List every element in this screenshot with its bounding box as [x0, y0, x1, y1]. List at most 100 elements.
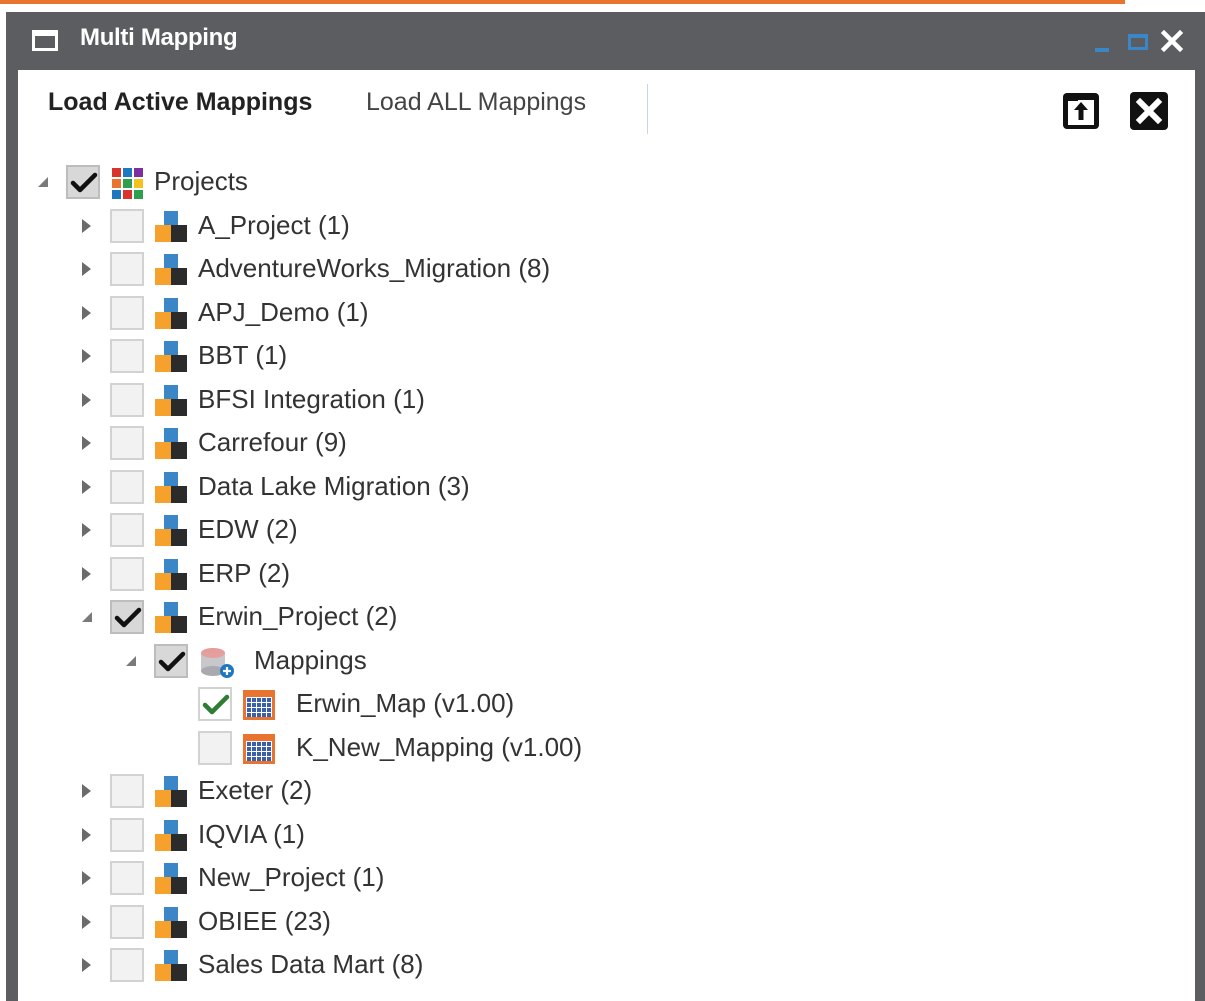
tree-node-project[interactable]: OBIEE (23) [18, 902, 1195, 942]
minimize-icon[interactable] [1087, 26, 1117, 56]
close-icon[interactable] [1157, 26, 1187, 56]
expand-arrow-icon[interactable] [80, 435, 94, 451]
project-icon [154, 949, 188, 983]
unchecked-checkbox[interactable] [198, 730, 232, 765]
unchecked-checkbox[interactable] [110, 469, 144, 504]
project-icon [154, 297, 188, 331]
tab-divider [647, 84, 648, 134]
tree-node-project[interactable]: Sales Data Mart (8) [18, 945, 1195, 985]
expand-arrow-icon[interactable] [80, 305, 94, 321]
tree-node-mapping[interactable]: Erwin_Map (v1.00) [18, 684, 1195, 724]
panel-content: Load Active Mappings Load ALL Mappings P… [18, 70, 1195, 1001]
expand-arrow-icon[interactable] [80, 827, 94, 843]
mapping-table-icon [242, 732, 276, 766]
tree-node-project[interactable]: Erwin_Project (2) [18, 597, 1195, 637]
tree-node-project[interactable]: APJ_Demo (1) [18, 293, 1195, 333]
tree-node-label[interactable]: IQVIA (1) [198, 819, 305, 850]
window-icon [32, 30, 58, 51]
tree-node-label[interactable]: ERP (2) [198, 558, 290, 589]
tree-node-label[interactable]: Projects [154, 166, 248, 197]
tree-node-label[interactable]: EDW (2) [198, 514, 298, 545]
unchecked-checkbox[interactable] [110, 208, 144, 243]
project-icon [154, 558, 188, 592]
tree-node-projects[interactable]: Projects [18, 162, 1195, 202]
checked-checkbox[interactable] [198, 687, 232, 721]
collapse-arrow-icon[interactable] [124, 653, 138, 669]
tree-node-label[interactable]: Carrefour (9) [198, 427, 347, 458]
export-icon[interactable] [1060, 90, 1102, 132]
tree-node-label[interactable]: OBIEE (23) [198, 906, 331, 937]
expand-arrow-icon[interactable] [80, 870, 94, 886]
checked-checkbox[interactable] [66, 165, 100, 199]
unchecked-checkbox[interactable] [110, 774, 144, 808]
tab-load-all-mappings[interactable]: Load ALL Mappings [366, 88, 586, 117]
project-icon [154, 906, 188, 940]
checked-checkbox[interactable] [110, 600, 144, 634]
project-icon [154, 340, 188, 374]
maximize-icon[interactable] [1123, 26, 1153, 56]
unchecked-checkbox[interactable] [110, 339, 144, 373]
tree-node-project[interactable]: Carrefour (9) [18, 423, 1195, 463]
title-bar[interactable]: Multi Mapping [6, 12, 1205, 70]
tree-node-label[interactable]: New_Project (1) [198, 862, 384, 893]
unchecked-checkbox[interactable] [110, 948, 144, 982]
expand-arrow-icon[interactable] [80, 392, 94, 408]
unchecked-checkbox[interactable] [110, 252, 144, 286]
tree-node-label[interactable]: Mappings [254, 645, 367, 676]
project-icon [154, 775, 188, 809]
unchecked-checkbox[interactable] [110, 513, 144, 547]
tree-node-label[interactable]: BFSI Integration (1) [198, 384, 425, 415]
mapping-table-icon [242, 688, 276, 722]
expand-arrow-icon[interactable] [80, 348, 94, 364]
close-panel-icon[interactable] [1128, 90, 1170, 132]
window-title: Multi Mapping [80, 24, 238, 51]
expand-arrow-icon[interactable] [80, 566, 94, 582]
tree-node-project[interactable]: Data Lake Migration (3) [18, 467, 1195, 507]
tree-node-project[interactable]: ERP (2) [18, 554, 1195, 594]
tree-node-label[interactable]: Data Lake Migration (3) [198, 471, 470, 502]
unchecked-checkbox[interactable] [110, 904, 144, 939]
tree-node-label[interactable]: Erwin_Project (2) [198, 601, 397, 632]
tree-node-label[interactable]: A_Project (1) [198, 210, 350, 241]
expand-arrow-icon[interactable] [80, 957, 94, 973]
tree-node-project[interactable]: New_Project (1) [18, 858, 1195, 898]
expand-arrow-icon[interactable] [80, 522, 94, 538]
tree-node-label[interactable]: BBT (1) [198, 340, 287, 371]
project-icon [154, 210, 188, 244]
unchecked-checkbox[interactable] [110, 382, 144, 417]
tree-node-label[interactable]: Erwin_Map (v1.00) [296, 688, 514, 719]
tree-node-project[interactable]: A_Project (1) [18, 206, 1195, 246]
tab-load-active-mappings[interactable]: Load Active Mappings [48, 88, 312, 117]
unchecked-checkbox[interactable] [110, 295, 144, 330]
expand-arrow-icon[interactable] [80, 783, 94, 799]
tree-node-label[interactable]: APJ_Demo (1) [198, 297, 369, 328]
expand-arrow-icon[interactable] [80, 261, 94, 277]
project-icon [154, 253, 188, 287]
checked-checkbox[interactable] [154, 643, 188, 678]
unchecked-checkbox[interactable] [110, 556, 144, 591]
expand-arrow-icon[interactable] [80, 479, 94, 495]
tree-node-project[interactable]: EDW (2) [18, 510, 1195, 550]
tree-node-label[interactable]: Exeter (2) [198, 775, 312, 806]
expand-arrow-icon[interactable] [80, 914, 94, 930]
tree-node-project[interactable]: IQVIA (1) [18, 815, 1195, 855]
tree-node-label[interactable]: AdventureWorks_Migration (8) [198, 253, 550, 284]
tree-node-project[interactable]: BBT (1) [18, 336, 1195, 376]
unchecked-checkbox[interactable] [110, 861, 144, 895]
project-icon [154, 819, 188, 853]
collapse-arrow-icon[interactable] [36, 174, 50, 190]
unchecked-checkbox[interactable] [110, 817, 144, 852]
project-icon [154, 384, 188, 418]
tree-node-mapping[interactable]: K_New_Mapping (v1.00) [18, 728, 1195, 768]
tree-node-label[interactable]: Sales Data Mart (8) [198, 949, 423, 980]
expand-arrow-icon[interactable] [80, 218, 94, 234]
tree-node-project[interactable]: BFSI Integration (1) [18, 380, 1195, 420]
tree-node-label[interactable]: K_New_Mapping (v1.00) [296, 732, 582, 763]
unchecked-checkbox[interactable] [110, 426, 144, 460]
tree-node-project[interactable]: AdventureWorks_Migration (8) [18, 249, 1195, 289]
tree-node-project[interactable]: Exeter (2) [18, 771, 1195, 811]
database-mappings-icon [198, 645, 234, 679]
project-icon [154, 471, 188, 505]
tree-node-mappings-folder[interactable]: Mappings [18, 641, 1195, 681]
collapse-arrow-icon[interactable] [80, 609, 94, 625]
